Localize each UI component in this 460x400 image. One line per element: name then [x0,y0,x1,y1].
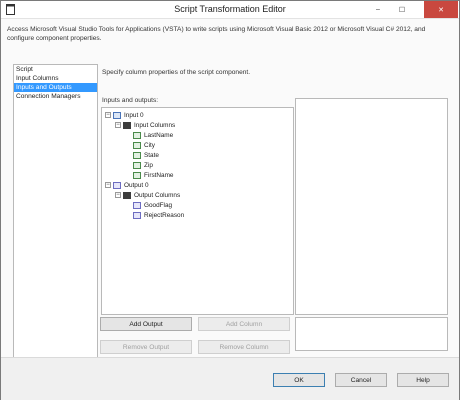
cancel-button[interactable]: Cancel [335,373,387,387]
add-column-button[interactable]: Add Column [198,317,290,331]
tree-node-label: City [144,141,156,149]
page-navigation-list: Script Input Columns Inputs and Outputs … [13,64,98,372]
tree-node-column[interactable]: RejectReason [133,210,184,220]
help-button[interactable]: Help [397,373,449,387]
column-icon [133,141,141,149]
tree-node-column[interactable]: FirstName [133,170,173,180]
remove-column-button[interactable]: Remove Column [198,340,290,354]
tree-node-label: FirstName [144,171,174,179]
nav-item-connection-managers[interactable]: Connection Managers [14,92,97,101]
tree-node-input[interactable]: − Input 0 [105,110,144,120]
dialog-button-bar: OK Cancel Help [1,357,459,400]
properties-grid[interactable] [295,98,448,315]
property-description-panel [295,317,448,351]
inputs-outputs-label: Inputs and outputs: [102,97,159,104]
tree-node-output-columns[interactable]: − Output Columns [115,190,180,200]
nav-item-script[interactable]: Script [14,65,97,74]
tree-node-input-columns[interactable]: − Input Columns [115,120,175,130]
add-output-button[interactable]: Add Output [100,317,192,331]
tree-node-label: Output Columns [134,191,181,199]
output-column-icon [133,201,141,209]
page-hint: Specify column properties of the script … [102,69,251,76]
close-button[interactable]: ✕ [424,1,458,18]
ok-button[interactable]: OK [273,373,325,387]
nav-item-input-columns[interactable]: Input Columns [14,74,97,83]
column-icon [133,151,141,159]
tree-node-label: Output 0 [124,181,149,189]
column-icon [133,131,141,139]
tree-node-label: Input Columns [134,121,176,129]
remove-output-button[interactable]: Remove Output [100,340,192,354]
output-column-icon [133,211,141,219]
tree-node-column[interactable]: GoodFlag [133,200,172,210]
maximize-button[interactable]: ☐ [391,1,413,18]
collapse-icon[interactable]: − [115,122,121,128]
tree-node-column[interactable]: Zip [133,160,153,170]
tree-node-column[interactable]: State [133,150,159,160]
collapse-icon[interactable]: − [105,112,111,118]
tree-node-column[interactable]: City [133,140,155,150]
tree-node-label: State [144,151,159,159]
collapse-icon[interactable]: − [105,182,111,188]
editor-description: Access Microsoft Visual Studio Tools for… [7,26,426,42]
tree-node-label: RejectReason [144,211,185,219]
input-icon [113,111,121,119]
tree-node-column[interactable]: LastName [133,130,173,140]
folder-icon [123,191,131,199]
inputs-outputs-tree[interactable]: − Input 0 − Input Columns LastName City … [101,107,294,315]
column-icon [133,171,141,179]
collapse-icon[interactable]: − [115,192,121,198]
tree-node-label: GoodFlag [144,201,173,209]
minimize-button[interactable]: – [367,1,389,18]
tree-node-label: Input 0 [124,111,144,119]
tree-node-label: LastName [144,131,174,139]
column-icon [133,161,141,169]
tree-node-label: Zip [144,161,153,169]
output-icon [113,181,121,189]
folder-icon [123,121,131,129]
nav-item-inputs-and-outputs[interactable]: Inputs and Outputs [14,83,97,92]
script-transformation-editor-window: Script Transformation Editor – ☐ ✕ Acces… [0,0,460,400]
title-bar[interactable]: Script Transformation Editor – ☐ ✕ [1,1,459,19]
tree-node-output[interactable]: − Output 0 [105,180,149,190]
